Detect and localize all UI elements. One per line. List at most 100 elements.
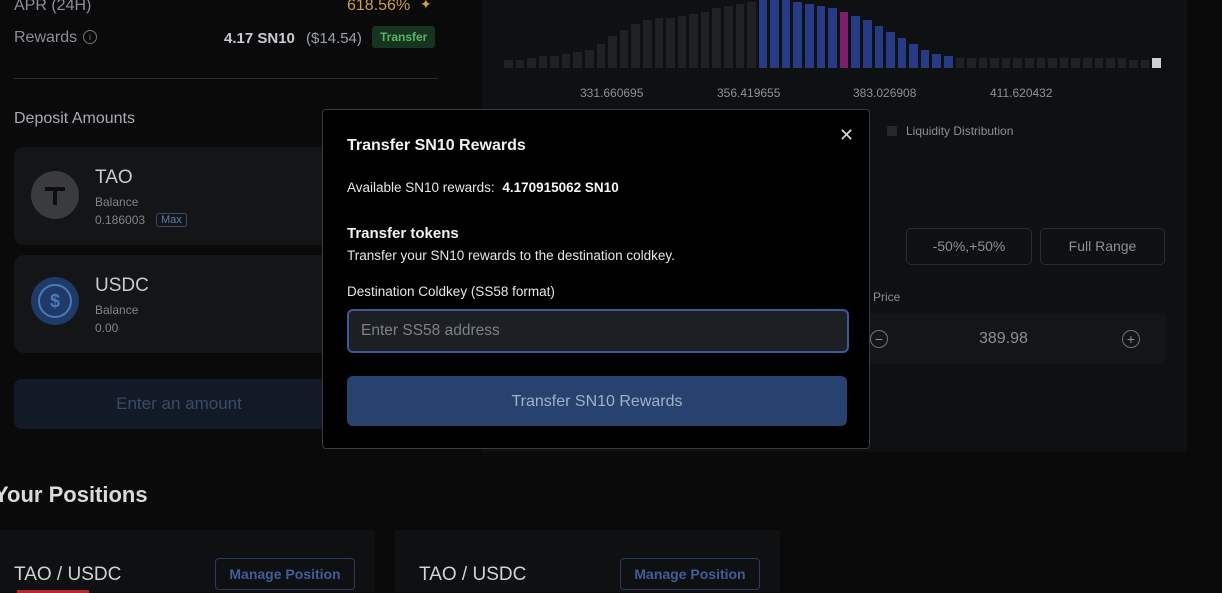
- liquidity-bar: [515, 60, 525, 68]
- liquidity-bar: [793, 2, 803, 68]
- sparkle-icon: ✦: [420, 0, 432, 12]
- liquidity-bar: [781, 0, 791, 68]
- section-description: Transfer your SN10 rewards to the destin…: [347, 248, 675, 263]
- enter-amount-button[interactable]: Enter an amount: [14, 379, 344, 429]
- liquidity-bar: [689, 14, 698, 68]
- liquidity-bar: [1082, 58, 1092, 68]
- liquidity-bar: [527, 58, 536, 68]
- liquidity-bar: [944, 56, 953, 68]
- liquidity-bar: [631, 24, 640, 68]
- position-pair: TAO / USDC: [419, 564, 527, 585]
- liquidity-bar: [619, 30, 629, 68]
- tick-label: 411.620432: [990, 86, 1053, 100]
- available-value: 4.170915062 SN10: [502, 180, 619, 195]
- liquidity-bar: [816, 6, 826, 68]
- liquidity-bar: [666, 18, 675, 68]
- liquidity-bar: [735, 4, 745, 68]
- divider: [14, 78, 438, 79]
- liquidity-bars: [504, 0, 1164, 68]
- legend-swatch: [887, 126, 897, 136]
- liquidity-bar: [1106, 58, 1115, 68]
- apr-value: 618.56%: [347, 0, 411, 14]
- field-label: Destination Coldkey (SS58 format): [347, 284, 555, 299]
- liquidity-bar: [1094, 58, 1104, 68]
- max-button[interactable]: Max: [156, 213, 187, 227]
- price-label: Price: [873, 290, 901, 304]
- liquidity-bar: [758, 0, 768, 68]
- close-icon[interactable]: ✕: [839, 125, 854, 146]
- liquidity-bar: [990, 58, 999, 68]
- rewards-value: 4.17 SN10: [224, 30, 295, 47]
- liquidity-bar: [1059, 58, 1069, 68]
- position-card: TAO / USDC Manage Position: [395, 530, 780, 592]
- token-card-tao: TAO Balance 0.186003 Max: [14, 147, 344, 245]
- liquidity-bar: [1071, 58, 1080, 68]
- rewards-label: Rewards: [14, 29, 78, 46]
- liquidity-bar: [573, 52, 583, 68]
- liquidity-bar: [770, 0, 779, 68]
- section-title: Transfer tokens: [347, 225, 459, 242]
- position-pair: TAO / USDC: [14, 564, 122, 585]
- available-label: Available SN10 rewards:: [347, 180, 495, 195]
- tao-logo-icon: [31, 171, 79, 219]
- liquidity-bar: [700, 12, 710, 68]
- apr-label: APR (24H): [14, 0, 92, 14]
- liquidity-bar: [1001, 58, 1011, 68]
- liquidity-bar: [955, 58, 965, 68]
- liquidity-bar: [585, 50, 594, 68]
- token-card-usdc: $ USDC Balance 0.00: [14, 255, 344, 353]
- rewards-usd: ($14.54): [306, 30, 362, 47]
- plus-icon[interactable]: +: [1122, 330, 1140, 348]
- balance-label: Balance: [95, 195, 139, 209]
- range-button-full[interactable]: Full Range: [1040, 228, 1165, 265]
- liquidity-bar: [677, 16, 687, 68]
- liquidity-bar: [932, 54, 941, 68]
- balance-value: 0.00: [95, 321, 119, 335]
- info-icon[interactable]: i: [83, 30, 97, 44]
- liquidity-bar: [550, 56, 559, 68]
- balance-value: 0.186003: [95, 213, 146, 227]
- transfer-rewards-modal: Transfer SN10 Rewards ✕ Available SN10 r…: [322, 109, 870, 449]
- liquidity-bar: [897, 38, 907, 68]
- destination-coldkey-input[interactable]: [347, 309, 849, 353]
- liquidity-bar: [839, 12, 849, 68]
- transfer-submit-button[interactable]: Transfer SN10 Rewards: [347, 376, 847, 426]
- token-symbol: TAO: [95, 167, 133, 188]
- transfer-rewards-button[interactable]: Transfer: [372, 26, 436, 48]
- modal-title: Transfer SN10 Rewards: [347, 137, 526, 154]
- liquidity-bar: [608, 36, 617, 68]
- liquidity-bar: [1152, 58, 1161, 68]
- tick-label: 331.660695: [580, 86, 644, 100]
- manage-position-button[interactable]: Manage Position: [620, 558, 760, 590]
- token-symbol: USDC: [95, 275, 149, 296]
- tick-label: 356.419655: [717, 86, 781, 100]
- manage-position-button[interactable]: Manage Position: [215, 558, 355, 590]
- liquidity-bar: [1140, 60, 1150, 68]
- liquidity-bar: [538, 56, 548, 68]
- liquidity-bar: [642, 20, 652, 68]
- liquidity-bar: [561, 54, 571, 68]
- legend-label: Liquidity Distribution: [906, 124, 1014, 138]
- liquidity-bar: [851, 16, 860, 68]
- available-rewards: Available SN10 rewards: 4.170915062 SN10: [347, 180, 619, 195]
- position-card: TAO / USDC Manage Position: [0, 530, 375, 593]
- liquidity-bar: [596, 44, 606, 68]
- liquidity-bar: [978, 58, 988, 68]
- price-value: 389.98: [979, 330, 1028, 347]
- liquidity-bar: [1117, 58, 1127, 68]
- minus-icon[interactable]: −: [870, 330, 888, 348]
- liquidity-bar: [920, 50, 930, 68]
- usdc-logo-icon: $: [31, 277, 79, 325]
- liquidity-bar: [886, 32, 895, 68]
- range-button-50[interactable]: -50%,+50%: [906, 228, 1032, 265]
- liquidity-bar: [1129, 60, 1138, 68]
- liquidity-bar: [967, 58, 976, 68]
- price-input[interactable]: − 389.98 +: [862, 314, 1166, 364]
- liquidity-bar: [1048, 58, 1057, 68]
- deposit-title: Deposit Amounts: [14, 110, 135, 127]
- liquidity-bar: [828, 8, 837, 68]
- liquidity-bar: [805, 4, 814, 68]
- liquidity-bar: [1036, 58, 1046, 68]
- liquidity-bar: [747, 2, 756, 68]
- liquidity-bar: [909, 44, 918, 68]
